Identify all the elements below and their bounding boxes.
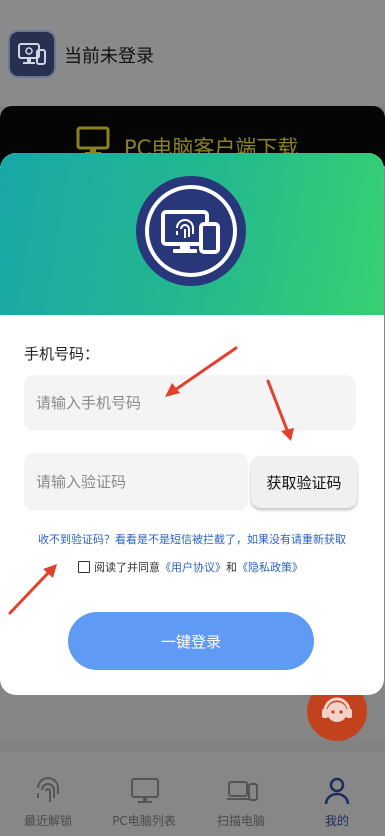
- annotation-arrow-get-code: [266, 379, 289, 432]
- annotation-arrowhead: [165, 383, 180, 397]
- annotation-arrow-checkbox: [8, 570, 51, 615]
- annotation-arrowhead: [281, 428, 294, 441]
- annotation-arrow-phone-input: [173, 346, 238, 392]
- annotation-arrows: [8, 346, 294, 615]
